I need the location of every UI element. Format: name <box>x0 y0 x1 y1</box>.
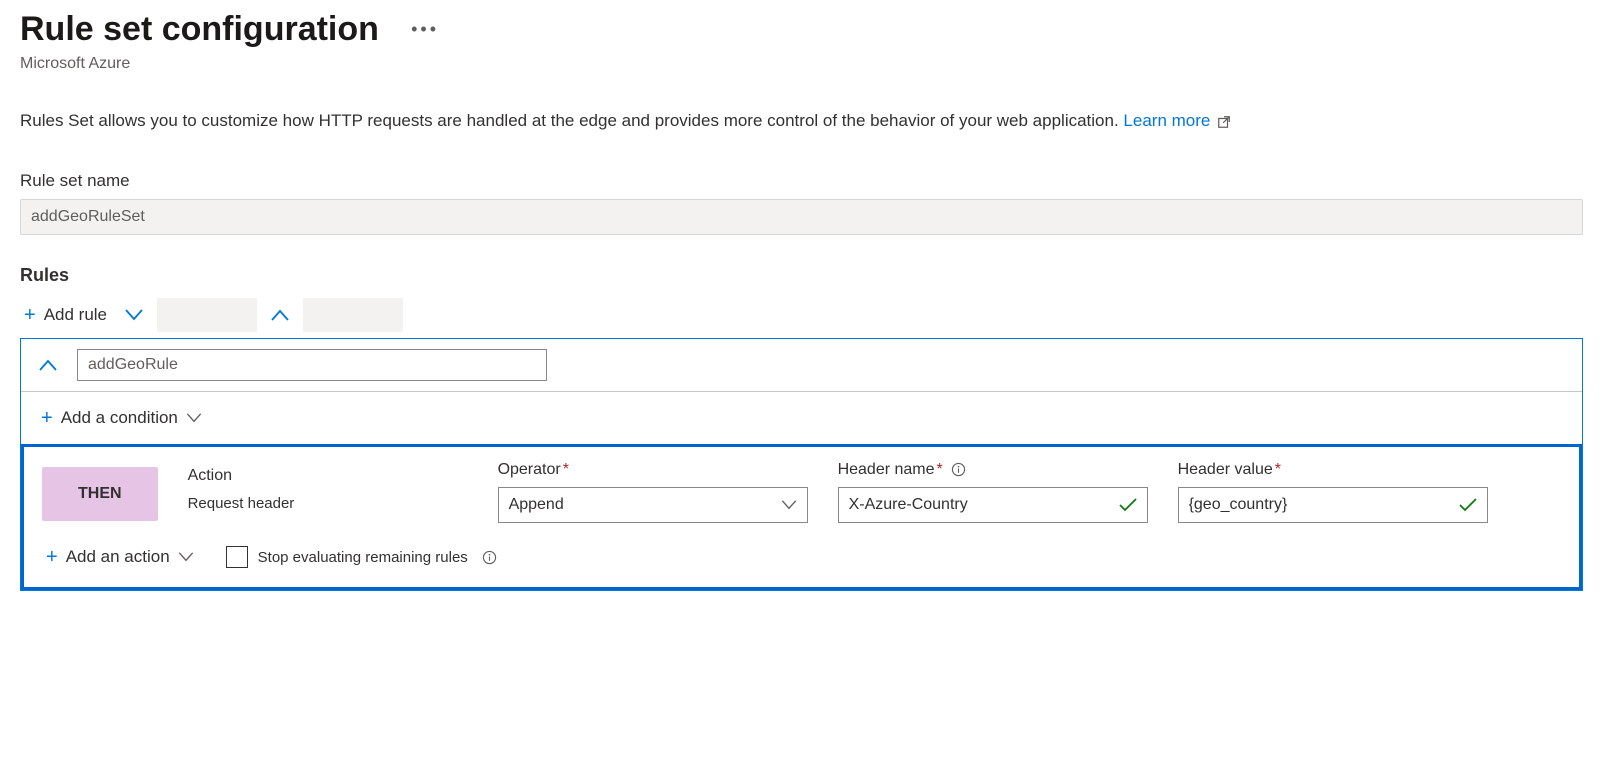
rules-container: + Add a condition THEN Action Request he… <box>20 338 1583 591</box>
add-rule-button[interactable]: + Add rule <box>20 301 111 329</box>
chevron-down-icon <box>178 552 194 562</box>
external-link-icon <box>1217 115 1231 129</box>
rules-toolbar: + Add rule <box>20 298 1583 332</box>
add-action-label: Add an action <box>66 547 170 567</box>
intro-text: Rules Set allows you to customize how HT… <box>20 111 1583 131</box>
header-value-label: Header value* <box>1178 461 1488 479</box>
ruleset-name-input[interactable] <box>20 199 1583 235</box>
chevron-down-icon <box>781 500 797 510</box>
add-rule-label: Add rule <box>44 305 107 325</box>
add-condition-label: Add a condition <box>61 408 178 428</box>
action-column-label: Action <box>188 467 468 485</box>
learn-more-link[interactable]: Learn more <box>1123 111 1231 130</box>
checkbox-box-icon <box>226 546 248 568</box>
add-action-button[interactable]: + Add an action <box>42 543 198 571</box>
rule-name-input[interactable] <box>77 349 547 381</box>
action-name: Request header <box>188 495 468 512</box>
stop-evaluating-label: Stop evaluating remaining rules <box>258 549 468 566</box>
operator-label: Operator* <box>498 461 808 479</box>
check-icon <box>1459 498 1477 512</box>
info-icon[interactable] <box>951 462 966 477</box>
header-value-input-wrap <box>1178 487 1488 523</box>
learn-more-label: Learn more <box>1123 111 1210 130</box>
rules-heading: Rules <box>20 265 1583 286</box>
header-name-input-wrap <box>838 487 1148 523</box>
page-title: Rule set configuration <box>20 10 379 49</box>
header-name-label: Header name* <box>838 461 1148 479</box>
stop-evaluating-checkbox-wrap[interactable]: Stop evaluating remaining rules <box>226 546 497 568</box>
info-icon[interactable] <box>482 550 497 565</box>
disabled-slot-2 <box>303 298 403 332</box>
operator-value: Append <box>509 496 564 514</box>
page-subtitle: Microsoft Azure <box>20 55 1583 73</box>
add-condition-button[interactable]: + Add a condition <box>37 404 206 432</box>
header-name-input[interactable] <box>849 496 1119 514</box>
action-block: THEN Action Request header Operator* App… <box>21 444 1582 590</box>
ruleset-name-label: Rule set name <box>20 171 1583 191</box>
plus-icon: + <box>46 547 58 567</box>
header-value-input[interactable] <box>1189 496 1459 514</box>
plus-icon: + <box>24 305 36 325</box>
collapse-rule-button[interactable] <box>33 355 63 375</box>
move-up-button[interactable] <box>265 305 295 325</box>
chevron-down-icon <box>186 413 202 423</box>
operator-select[interactable]: Append <box>498 487 808 523</box>
more-options-icon[interactable]: ••• <box>411 19 439 40</box>
intro-body: Rules Set allows you to customize how HT… <box>20 111 1123 130</box>
rule-header <box>21 339 1582 391</box>
move-down-button[interactable] <box>119 305 149 325</box>
plus-icon: + <box>41 408 53 428</box>
then-badge: THEN <box>42 467 158 521</box>
disabled-slot-1 <box>157 298 257 332</box>
check-icon <box>1119 498 1137 512</box>
